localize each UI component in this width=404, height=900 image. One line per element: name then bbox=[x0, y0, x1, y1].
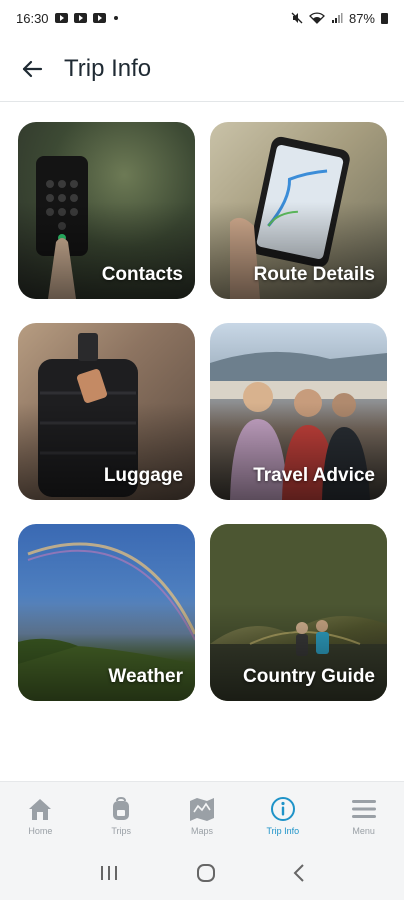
card-travel-advice[interactable]: Travel Advice bbox=[210, 323, 387, 500]
card-weather[interactable]: Weather bbox=[18, 524, 195, 701]
nav-label: Home bbox=[28, 826, 53, 836]
more-notifications-icon bbox=[113, 16, 118, 20]
page-title: Trip Info bbox=[64, 54, 152, 82]
back-button[interactable] bbox=[0, 36, 64, 102]
card-label: Weather bbox=[108, 666, 183, 687]
card-contacts[interactable]: Contacts bbox=[18, 122, 195, 299]
app-header: Trip Info bbox=[0, 36, 404, 102]
nav-item-menu[interactable]: Menu bbox=[323, 782, 404, 846]
nav-label: Trip Info bbox=[266, 826, 300, 836]
card-label: Contacts bbox=[101, 264, 183, 285]
nav-label: Maps bbox=[190, 826, 213, 836]
status-bar: 16:30 87% bbox=[0, 0, 404, 36]
youtube-notification-icon bbox=[92, 13, 106, 23]
nav-label: Menu bbox=[352, 826, 375, 836]
youtube-notification-icon bbox=[73, 13, 87, 23]
card-label: Luggage bbox=[103, 465, 183, 486]
nav-label: Trips bbox=[111, 826, 132, 836]
home-icon bbox=[29, 799, 52, 820]
recents-icon[interactable] bbox=[98, 864, 120, 882]
status-left: 16:30 bbox=[16, 11, 118, 26]
map-icon bbox=[189, 798, 214, 821]
system-nav-bar bbox=[0, 846, 404, 900]
nav-item-trips[interactable]: Trips bbox=[81, 782, 162, 846]
nav-item-home[interactable]: Home bbox=[0, 782, 81, 846]
card-label: Country Guide bbox=[243, 666, 375, 687]
nav-item-trip-info[interactable]: Trip Info bbox=[242, 782, 323, 846]
backpack-icon bbox=[113, 796, 130, 820]
status-right: 87% bbox=[291, 11, 388, 26]
home-circle-icon[interactable] bbox=[196, 863, 216, 883]
bottom-nav: Home Trips Maps Trip Info Menu bbox=[0, 781, 404, 846]
card-label: Route Details bbox=[253, 264, 375, 285]
arrow-left-icon bbox=[22, 60, 43, 77]
signal-icon bbox=[331, 13, 343, 23]
battery-icon bbox=[381, 12, 388, 24]
youtube-notification-icon bbox=[54, 13, 68, 23]
status-time: 16:30 bbox=[16, 10, 49, 26]
mute-icon bbox=[291, 12, 303, 24]
info-icon bbox=[270, 797, 295, 821]
nav-item-maps[interactable]: Maps bbox=[162, 782, 243, 846]
card-route-details[interactable]: Route Details bbox=[210, 122, 387, 299]
trip-info-grid: Contacts Route Details Luggage Travel Ad… bbox=[18, 122, 387, 701]
back-chevron-icon[interactable] bbox=[292, 863, 306, 883]
card-country-guide[interactable]: Country Guide bbox=[210, 524, 387, 701]
battery-percentage: 87% bbox=[348, 10, 375, 26]
menu-icon bbox=[351, 800, 376, 818]
wifi-icon bbox=[309, 12, 325, 24]
card-luggage[interactable]: Luggage bbox=[18, 323, 195, 500]
card-label: Travel Advice bbox=[253, 465, 375, 486]
